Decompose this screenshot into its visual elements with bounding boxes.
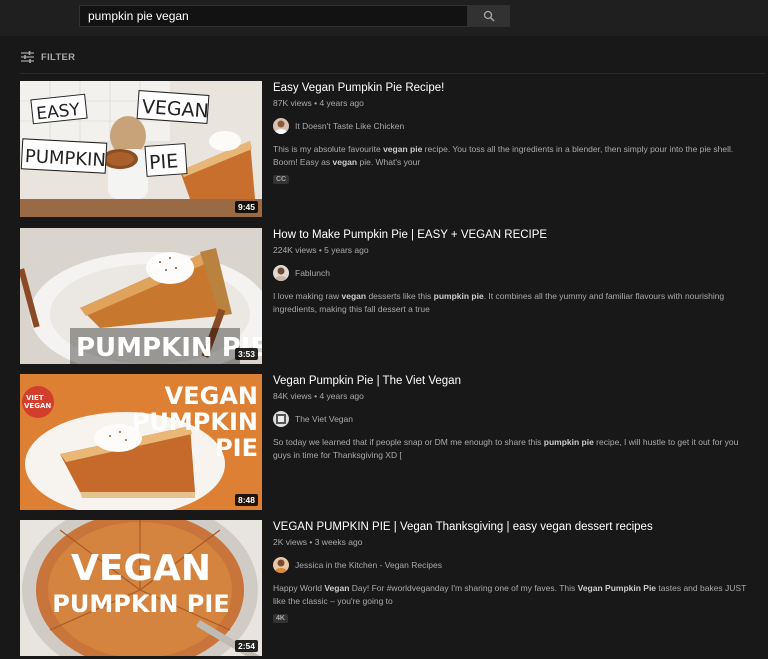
svg-text:VEGAN: VEGAN — [141, 96, 209, 123]
video-info: How to Make Pumpkin Pie | EASY + VEGAN R… — [273, 228, 763, 315]
video-info: Vegan Pumpkin Pie | The Viet Vegan 84K v… — [273, 374, 763, 461]
search-input[interactable]: pumpkin pie vegan — [79, 5, 467, 27]
description-text: Day! For #worldveganday I'm sharing one … — [349, 583, 578, 593]
video-meta: 87K views • 4 years ago — [273, 98, 364, 108]
thumbnail-logo: VIET VEGAN — [22, 386, 54, 418]
video-duration: 8:48 — [234, 494, 258, 506]
highlighted-keyword: vegan — [332, 156, 358, 167]
channel-name[interactable]: The Viet Vegan — [295, 414, 353, 424]
description-text: pie. What's your — [357, 156, 421, 167]
video-meta: 2K views • 3 weeks ago — [273, 537, 363, 547]
highlighted-keyword: pumpkin pie — [543, 437, 594, 447]
video-title[interactable]: VEGAN PUMPKIN PIE | Vegan Thanksgiving |… — [273, 520, 763, 534]
channel-link[interactable]: It Doesn't Taste Like Chicken — [273, 118, 763, 134]
video-duration: 9:45 — [234, 201, 258, 213]
highlighted-keyword: pie — [410, 144, 423, 154]
filter-button[interactable]: FILTER — [21, 49, 75, 65]
video-description: So today we learned that if people snap … — [273, 436, 753, 461]
video-description: I love making raw vegan desserts like th… — [273, 290, 753, 315]
svg-text:PUMPKIN PIE: PUMPKIN PIE — [52, 590, 229, 618]
channel-name[interactable]: Fablunch — [295, 268, 330, 278]
video-duration: 2:54 — [234, 640, 258, 652]
svg-text:VEGAN: VEGAN — [165, 382, 258, 410]
channel-avatar[interactable] — [273, 557, 289, 573]
video-title[interactable]: How to Make Pumpkin Pie | EASY + VEGAN R… — [273, 228, 763, 242]
search-button[interactable] — [467, 5, 510, 27]
description-text: This is my absolute favourite — [273, 144, 384, 154]
view-count: 87K views — [273, 98, 312, 108]
svg-text:PIE: PIE — [148, 150, 179, 174]
highlighted-keyword: Vegan — [324, 583, 350, 593]
svg-text:VIET: VIET — [26, 394, 44, 402]
quality-badge: 4K — [273, 614, 288, 623]
channel-name[interactable]: It Doesn't Taste Like Chicken — [295, 121, 404, 131]
highlighted-keyword: Vegan Pumpkin Pie — [577, 583, 657, 593]
svg-text:PIE: PIE — [215, 434, 258, 462]
upload-age: 5 years ago — [324, 245, 369, 255]
description-text: I love making raw — [273, 291, 342, 301]
channel-avatar[interactable] — [273, 265, 289, 281]
svg-text:PUMPKIN: PUMPKIN — [24, 146, 106, 171]
channel-link[interactable]: Fablunch — [273, 265, 763, 281]
video-info: Easy Vegan Pumpkin Pie Recipe! 87K views… — [273, 81, 763, 186]
description-text: So today we learned that if people snap … — [273, 437, 544, 447]
upload-age: 4 years ago — [319, 391, 364, 401]
svg-text:VEGAN: VEGAN — [24, 402, 51, 410]
thumbnail-title-text: VEGAN PUMPKIN PIE — [52, 548, 229, 618]
highlighted-keyword: vegan — [383, 144, 408, 154]
filter-sliders-icon — [21, 51, 34, 63]
search-results-page: FILTER EASY VEGAN PUMPKIN PIE 9:45 Easy … — [0, 36, 768, 659]
video-meta: 84K views • 4 years ago — [273, 391, 364, 401]
video-thumbnail[interactable]: VEGAN PUMPKIN PIE 2:54 — [20, 520, 262, 656]
highlighted-keyword: pumpkin pie — [433, 291, 484, 301]
video-result[interactable]: VIET VEGAN VEGAN PUMPKIN PIE 8:48 Vegan … — [20, 374, 765, 510]
video-duration: 3:53 — [234, 348, 258, 360]
video-title[interactable]: Vegan Pumpkin Pie | The Viet Vegan — [273, 374, 763, 388]
channel-link[interactable]: The Viet Vegan — [273, 411, 763, 427]
description-text: desserts like this — [366, 291, 434, 301]
filter-label: FILTER — [41, 51, 76, 63]
video-meta: 224K views • 5 years ago — [273, 245, 369, 255]
video-thumbnail[interactable]: VIET VEGAN VEGAN PUMPKIN PIE 8:48 — [20, 374, 262, 510]
highlighted-keyword: vegan — [341, 291, 367, 301]
channel-link[interactable]: Jessica in the Kitchen - Vegan Recipes — [273, 557, 763, 573]
video-info: VEGAN PUMPKIN PIE | Vegan Thanksgiving |… — [273, 520, 763, 625]
channel-avatar[interactable] — [273, 118, 289, 134]
video-result[interactable]: VEGAN PUMPKIN PIE 2:54 VEGAN PUMPKIN PIE… — [20, 520, 765, 656]
video-description: This is my absolute favourite vegan pie … — [273, 143, 753, 168]
view-count: 224K views — [273, 245, 317, 255]
search-icon — [483, 10, 494, 22]
upload-age: 3 weeks ago — [314, 537, 363, 547]
svg-text:VEGAN: VEGAN — [71, 548, 211, 589]
video-result[interactable]: PUMPKIN PIE 3:53 How to Make Pumpkin Pie… — [20, 228, 765, 364]
divider — [20, 73, 765, 74]
video-title[interactable]: Easy Vegan Pumpkin Pie Recipe! — [273, 81, 763, 95]
view-count: 84K views — [273, 391, 312, 401]
view-count: 2K views — [273, 537, 308, 547]
video-result[interactable]: EASY VEGAN PUMPKIN PIE 9:45 Easy Vegan P… — [20, 81, 765, 217]
upload-age: 4 years ago — [319, 98, 364, 108]
cc-badge: CC — [273, 175, 290, 184]
video-thumbnail[interactable]: PUMPKIN PIE 3:53 — [20, 228, 262, 364]
channel-avatar[interactable] — [273, 411, 289, 427]
svg-text:PUMPKIN: PUMPKIN — [132, 408, 258, 436]
video-description: Happy World Vegan Day! For #worldveganda… — [273, 582, 753, 607]
description-text: Happy World — [273, 583, 325, 593]
channel-name[interactable]: Jessica in the Kitchen - Vegan Recipes — [295, 560, 442, 570]
top-bar: pumpkin pie vegan — [0, 0, 768, 36]
video-thumbnail[interactable]: EASY VEGAN PUMPKIN PIE 9:45 — [20, 81, 262, 217]
